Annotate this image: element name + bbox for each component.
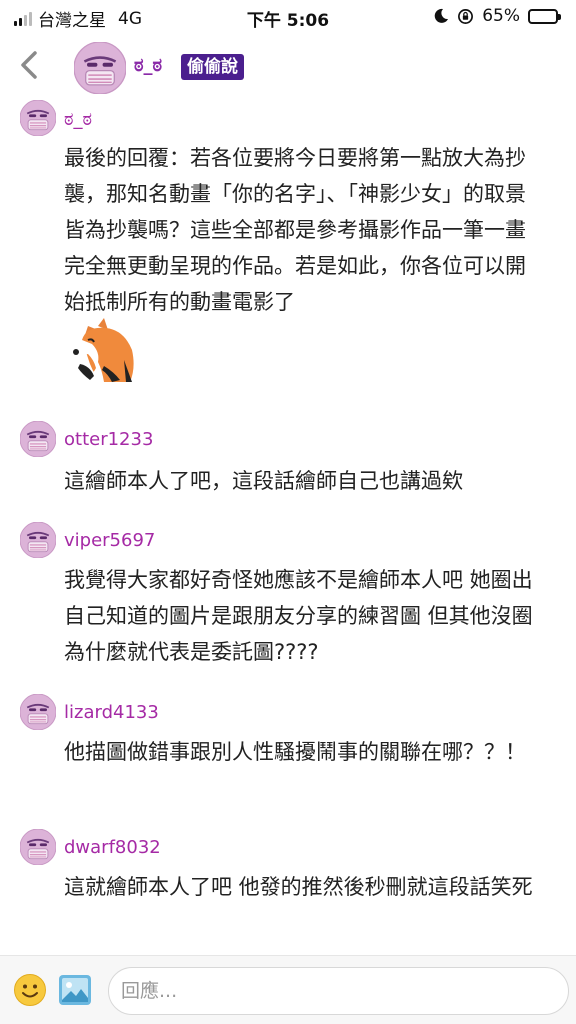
battery-percent: 65% <box>482 6 520 26</box>
comment-item: ಠ_ಠ 最後的回覆：若各位要將今日要將第一點放大為抄襲，那知名動畫「你的名字」、… <box>0 100 576 400</box>
commenter-avatar[interactable] <box>20 522 56 558</box>
comment-item: viper5697 我覺得大家都好奇怪她應該不是繪師本人吧 她圈出自己知道的圖片… <box>0 522 576 672</box>
back-button[interactable] <box>18 50 48 84</box>
author-name[interactable]: ಠ_ಠ <box>134 55 162 76</box>
image-icon[interactable] <box>58 974 92 1006</box>
comment-text: 我覺得大家都好奇怪她應該不是繪師本人吧 她圈出自己知道的圖片是跟朋友分享的練習圖… <box>64 568 533 664</box>
commenter-avatar[interactable] <box>20 829 56 865</box>
thread-header: ಠ_ಠ 偷偷說 <box>0 38 576 98</box>
comment-item: otter1233 這繪師本人了吧，這段話繪師自己也講過欸 <box>0 421 576 511</box>
reply-input[interactable] <box>108 967 569 1015</box>
comment-text: 他描圖做錯事跟別人性騷擾鬧事的關聯在哪？？！ <box>64 740 526 764</box>
moon-icon <box>434 8 449 23</box>
status-bar: 台灣之星 4G 下午 5:06 65% <box>0 0 576 34</box>
commenter-name[interactable]: viper5697 <box>64 530 155 551</box>
commenter-name[interactable]: dwarf8032 <box>64 837 161 858</box>
rotation-lock-icon <box>458 8 474 24</box>
commenter-avatar[interactable] <box>20 421 56 457</box>
smiley-icon[interactable] <box>13 973 47 1007</box>
chevron-left-icon <box>21 51 37 79</box>
commenter-avatar[interactable] <box>20 694 56 730</box>
commenter-name[interactable]: ಠ_ಠ <box>64 109 92 130</box>
comment-text: 這繪師本人了吧，這段話繪師自己也講過欸 <box>64 469 463 493</box>
comment-item: lizard4133 他描圖做錯事跟別人性騷擾鬧事的關聯在哪？？！ <box>0 694 576 814</box>
comment-text: 最後的回覆：若各位要將今日要將第一點放大為抄襲，那知名動畫「你的名字」、「神影少… <box>64 146 526 314</box>
comment-item: dwarf8032 這就繪師本人了吧 他發的推然後秒刪就這段話笑死 <box>0 829 576 949</box>
status-right: 65% <box>433 6 561 26</box>
author-avatar[interactable] <box>74 42 126 94</box>
board-badge[interactable]: 偷偷說 <box>181 54 244 80</box>
commenter-name[interactable]: otter1233 <box>64 429 153 450</box>
commenter-name[interactable]: lizard4133 <box>64 702 159 723</box>
commenter-avatar[interactable] <box>20 100 56 136</box>
reply-bar <box>0 955 576 1024</box>
battery-icon <box>528 8 561 24</box>
comment-text: 這就繪師本人了吧 他發的推然後秒刪就這段話笑死 <box>64 875 533 899</box>
fox-sticker <box>73 318 134 382</box>
